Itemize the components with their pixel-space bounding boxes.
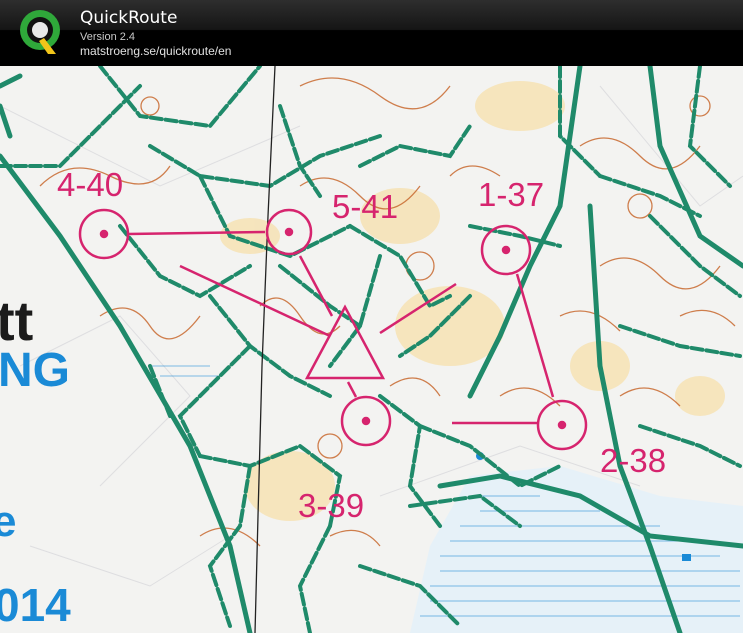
print-text-tt: tt [0,289,33,352]
app-version: Version 2.4 [80,31,136,43]
control-label-2-38: 2-38 [600,442,666,479]
app-header: QuickRoute Version 2.4 matstroeng.se/qui… [0,0,743,66]
app-title: QuickRoute [80,8,178,28]
control-label-5-41: 5-41 [332,188,398,225]
print-text-e: e [0,497,16,546]
control-label-1-37: 1-37 [478,176,544,213]
map-canvas[interactable]: tt NG e 014 1-37 2-38 3-39 4-40 5-41 [0,66,743,633]
print-text-014: 014 [0,579,71,631]
print-text-ng: NG [0,344,70,397]
orienteering-map[interactable]: tt NG e 014 1-37 2-38 3-39 4-40 5-41 [0,66,743,633]
control-label-3-39: 3-39 [298,487,364,524]
app-url[interactable]: matstroeng.se/quickroute/en [80,44,231,58]
quickroute-window: QuickRoute Version 2.4 matstroeng.se/qui… [0,0,743,633]
control-label-4-40: 4-40 [57,166,123,203]
quickroute-q-logo-icon [20,10,60,54]
